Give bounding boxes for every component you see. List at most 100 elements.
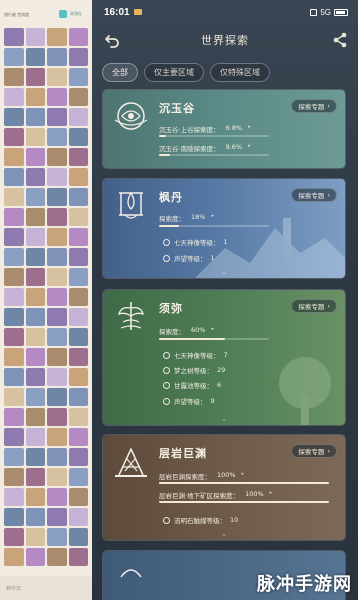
character-avatar [4,148,24,166]
sub-stat-label: 七天神像等级： [174,352,220,360]
character-avatar [4,348,24,366]
stat-row: 沉玉谷·上谷探索度： 6.8% ▸ [159,124,251,134]
stat-row: 沉玉谷·南陵探索度： 9.6% ▸ [159,143,251,153]
character-avatar [25,508,45,526]
character-avatar [47,108,67,126]
character-avatar [4,368,24,386]
expand-chevron-icon[interactable]: ⌄ [221,268,227,276]
character-avatar [4,128,24,146]
left-panel-footer-text: 到今日 [6,586,22,592]
fontaine-emblem-icon [119,191,143,219]
progress-fill [159,135,167,137]
progress-fill [159,154,170,156]
character-avatar [4,288,24,306]
stat-label: 层岩巨渊探索度： [159,473,211,481]
filter-main-regions[interactable]: 仅主要区域 [144,63,204,82]
character-avatar [25,328,45,346]
region-card-chenyu[interactable]: 沉玉谷 探索专题 › 沉玉谷·上谷探索度： 6.8% ▸ 沉玉谷·南陵探索度： 9.6%… [102,89,346,169]
chevron-right-icon: ▸ [211,326,214,332]
character-avatar [47,488,67,506]
character-avatar [25,228,45,246]
character-avatar [4,88,24,106]
character-avatar [25,428,45,446]
character-avatar [47,508,67,526]
sub-stat-value: 1 [210,254,215,262]
character-avatar [47,408,67,426]
sub-stat-row: 七天神像等级： 7 [163,350,228,360]
chevron-right-icon: › [327,302,330,310]
region-card-chasm[interactable]: 层岩巨渊 探索专题 › 层岩巨渊探索度： 100% ▸ 层岩巨渊·地下矿区探索度： 10… [102,434,346,541]
page-title: 世界探索 [201,34,249,47]
stat-label: 探索度： [159,328,185,336]
reputation-icon [163,254,170,262]
character-avatar [4,468,24,486]
character-avatar [68,468,88,486]
back-icon[interactable] [102,30,122,50]
character-avatar [4,68,24,86]
progress-fill [159,225,179,227]
character-avatar [47,88,67,106]
character-avatar [25,208,45,226]
sub-stat-value: 1 [223,238,228,246]
stat-value: 6.8% [225,124,243,132]
app-logo-icon [59,10,67,18]
sub-stat-label: 七天神像等级： [174,239,220,247]
character-avatar [68,488,88,506]
explore-topic-button[interactable]: 探索专题 › [291,299,337,313]
explore-topic-button[interactable]: 探索专题 › [291,188,337,202]
region-name: 须弥 [159,302,183,315]
stat-value: 100% [245,490,264,498]
filter-all[interactable]: 全部 [102,63,138,82]
dew-icon [163,381,170,389]
character-avatar [4,308,24,326]
statue-icon [163,351,170,359]
filter-special-regions[interactable]: 仅特殊区域 [210,63,270,82]
explore-topic-button[interactable]: 探索专题 › [291,99,337,113]
expand-chevron-icon[interactable]: ⌄ [221,530,227,538]
expand-chevron-icon[interactable]: ⌄ [221,415,227,423]
progress-bar [159,225,269,227]
character-avatar [47,128,67,146]
sub-stat-row: 七天神像等级： 1 [163,237,228,247]
character-avatar [68,408,88,426]
character-avatar [25,288,45,306]
character-avatar [4,448,24,466]
character-avatar [25,88,45,106]
filter-tabs: 全部 仅主要区域 仅特殊区域 [102,63,270,82]
chevron-right-icon: › [327,191,330,199]
character-avatar [68,268,88,286]
sub-stat-row: 梦之树等级： 29 [163,365,225,375]
character-avatar [47,228,67,246]
sub-stat-row: 声望等级： 9 [163,396,215,406]
character-avatar [25,108,45,126]
explore-topic-button[interactable]: 探索专题 › [291,444,337,458]
character-avatar [25,28,45,46]
character-avatar [4,428,24,446]
stat-value: 60% [191,326,206,334]
character-avatar [4,508,24,526]
character-avatar [4,228,24,246]
character-avatar [47,528,67,546]
left-panel-header: 旅行者 完成度 米游社 [0,0,92,28]
sub-stat-value: 29 [217,366,226,374]
character-avatar [47,428,67,446]
character-avatar [68,328,88,346]
sub-stat-row: 流明石触媒等级： 10 [163,515,238,525]
stat-row: 探索度： 18% ▸ [159,213,214,223]
stat-value: 9.6% [225,143,243,151]
character-avatar [47,548,67,566]
character-avatar [68,448,88,466]
stat-label: 沉玉谷·上谷探索度： [159,126,220,134]
left-roster-panel: 旅行者 完成度 米游社 到今日 [0,0,92,600]
share-icon[interactable] [330,30,350,50]
region-card-fontaine[interactable]: 枫丹 探索专题 › 探索度： 18% ▸ 七天神像等级： 1 声望等级： 1 ⌄ [102,178,346,279]
status-indicators: 5G [310,8,348,17]
network-label: 5G [320,7,331,17]
lumenstone-icon [163,516,170,524]
stat-row: 探索度： 60% ▸ [159,326,214,336]
region-card-sumeru[interactable]: 须弥 探索专题 › 探索度： 60% ▸ 七天神像等级： 7 梦之树等级： 29 甘露池等… [102,289,346,426]
character-avatar [25,168,45,186]
character-avatar [47,188,67,206]
character-avatar [68,348,88,366]
character-avatar [47,148,67,166]
